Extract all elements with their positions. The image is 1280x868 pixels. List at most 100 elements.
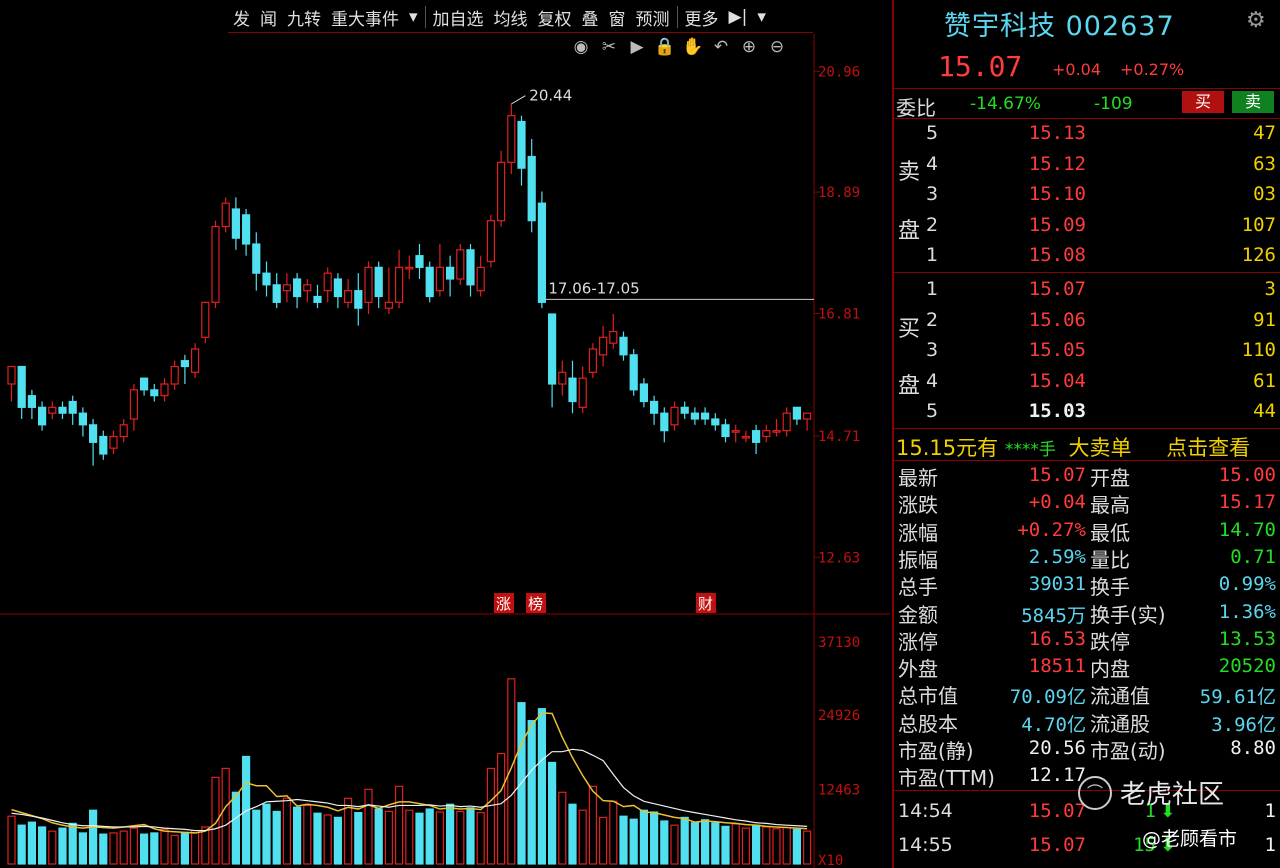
volume-bar xyxy=(58,827,67,865)
volume-bar xyxy=(160,828,169,865)
ask-volume: 63 xyxy=(1253,152,1276,175)
volume-bar xyxy=(395,785,404,865)
bid-price[interactable]: 15.05 xyxy=(994,339,1086,361)
candle-body xyxy=(354,290,363,309)
volume-bar xyxy=(68,822,77,865)
bid-price[interactable]: 15.03 xyxy=(994,400,1086,422)
toolbar-item-8[interactable]: 叠 xyxy=(577,5,604,30)
toolbar-item-13[interactable]: ▾ xyxy=(752,7,771,27)
candle-body xyxy=(405,266,414,270)
volume-bar xyxy=(762,826,771,865)
volume-bar xyxy=(741,827,751,865)
volume-bar xyxy=(99,833,108,865)
toolbar-item-3[interactable]: 重大事件 xyxy=(326,5,404,30)
toolbar-item-7[interactable]: 复权 xyxy=(533,5,577,30)
candle-body xyxy=(109,435,118,449)
promo-big: 大卖单 xyxy=(1068,436,1132,460)
event-marker-label: 榜 xyxy=(528,595,543,613)
candle-body xyxy=(78,412,88,426)
ask-price[interactable]: 15.12 xyxy=(994,153,1086,175)
candle-body xyxy=(201,301,210,338)
volume-bar xyxy=(17,824,26,865)
ask-price[interactable]: 15.13 xyxy=(994,122,1086,144)
chart-toolbar: 发闻九转 重大事件 ▾ 加自选 均线 复权叠窗预测 更多 ▶| ▾ xyxy=(228,2,813,33)
candle-body xyxy=(129,389,138,420)
promo-banner[interactable]: 15.15元有 ****手 大卖单 点击查看 xyxy=(896,432,1250,462)
toolbar-item-12[interactable]: ▶| xyxy=(724,7,753,27)
candle-body xyxy=(293,278,302,298)
toolbar-item-6[interactable]: 均线 xyxy=(489,5,533,30)
candle-body xyxy=(99,435,108,455)
candle-body xyxy=(170,365,179,385)
volume-bar xyxy=(507,678,516,865)
stat-label: 总市值 xyxy=(898,684,958,709)
event-marker-label: 财 xyxy=(698,595,713,613)
candle-body xyxy=(272,284,281,303)
toolbar-item-1[interactable]: 闻 xyxy=(255,5,282,30)
toolbar-item-0[interactable]: 发 xyxy=(228,5,255,30)
toolbar-item-5[interactable]: 加自选 xyxy=(428,5,489,30)
sell-button[interactable]: 卖 xyxy=(1232,91,1274,113)
gap-label: 17.06-17.05 xyxy=(548,279,639,297)
candle-body xyxy=(690,412,700,420)
candle-body xyxy=(231,208,240,239)
volume-bar xyxy=(731,823,740,865)
volume-bar xyxy=(364,788,373,865)
volume-bar xyxy=(456,810,465,865)
stat-label: 金额 xyxy=(898,602,938,627)
toolbar-item-10[interactable]: 预测 xyxy=(631,5,675,30)
tick-price: 15.07 xyxy=(1028,834,1086,856)
ask-price[interactable]: 15.09 xyxy=(994,214,1086,236)
book-side-label: 盘 xyxy=(898,374,921,399)
stat-label: 外盘 xyxy=(898,657,938,682)
stat-label: 内盘 xyxy=(1090,657,1130,682)
bid-volume: 44 xyxy=(1253,400,1276,422)
settings-icon[interactable]: ⚙ xyxy=(1246,8,1266,33)
watermark-text: 老虎社区 xyxy=(1120,780,1225,810)
bid-volume: 61 xyxy=(1253,369,1276,392)
ask-price[interactable]: 15.08 xyxy=(994,244,1086,266)
buy-button[interactable]: 买 xyxy=(1182,91,1224,113)
bid-volume: 110 xyxy=(1241,339,1276,361)
ask-price[interactable]: 15.10 xyxy=(994,183,1086,205)
bid-price[interactable]: 15.07 xyxy=(994,278,1086,300)
candle-body xyxy=(395,266,404,303)
toolbar-item-2[interactable]: 九转 xyxy=(282,5,326,30)
candle-body xyxy=(333,278,342,298)
bid-price[interactable]: 15.06 xyxy=(994,309,1086,331)
volume-bar xyxy=(262,803,271,865)
candle-body xyxy=(527,155,536,222)
bid-price[interactable]: 15.04 xyxy=(994,370,1086,392)
stat-value: 39031 xyxy=(1028,573,1086,596)
book-side-label: 盘 xyxy=(898,219,921,244)
stat-value: 70.09亿 xyxy=(1009,686,1086,709)
candle-body xyxy=(17,365,26,408)
candle-body xyxy=(731,430,740,433)
candle-body xyxy=(88,424,98,443)
volume-bar xyxy=(272,810,281,865)
kline-chart[interactable]: 20.96 18.89 16.81 14.71 12.63 37130 24926 1246… xyxy=(0,34,890,868)
book-level: 5 xyxy=(926,122,939,144)
toolbar-item-11[interactable]: 更多 xyxy=(680,5,724,30)
volume-tick-label: X10 xyxy=(818,853,843,868)
candle-body xyxy=(588,348,598,373)
toolbar-item-4[interactable]: ▾ xyxy=(404,7,423,27)
candle-body xyxy=(425,266,434,298)
volume-bar xyxy=(578,809,587,865)
candle-body xyxy=(497,161,506,222)
stat-value: 16.53 xyxy=(1028,627,1086,650)
book-level: 3 xyxy=(926,183,939,205)
candle-body xyxy=(537,202,547,303)
promo-link[interactable]: 点击查看 xyxy=(1166,436,1250,460)
candle-body xyxy=(68,400,77,414)
candle-body xyxy=(721,424,730,438)
candle-body xyxy=(384,301,393,309)
stat-value: 0.71 xyxy=(1230,545,1276,568)
stat-label: 总股本 xyxy=(898,711,958,736)
toolbar-item-9[interactable]: 窗 xyxy=(604,5,631,30)
volume-bar xyxy=(323,814,332,865)
stat-label: 量比 xyxy=(1090,547,1130,572)
stat-label: 换手 xyxy=(1090,575,1130,600)
current-price: 15.07 xyxy=(938,50,1023,83)
volume-bar xyxy=(140,833,149,865)
